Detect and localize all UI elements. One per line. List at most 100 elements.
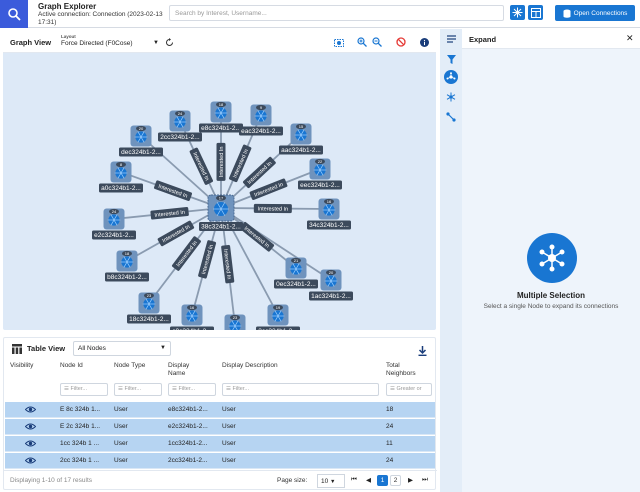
results-count: Displaying 1-10 of 17 results xyxy=(10,477,93,484)
graph-node[interactable]: 9eac324b1-2... xyxy=(239,104,283,136)
download-button[interactable] xyxy=(418,343,427,361)
filter-tab-button[interactable] xyxy=(444,52,458,66)
table-view-toggle-button[interactable] xyxy=(528,5,543,20)
column-header-node-id[interactable]: Node Id xyxy=(60,362,83,370)
zoom-out-button[interactable] xyxy=(371,36,383,48)
graph-info-button[interactable] xyxy=(418,36,430,48)
column-header-display-name[interactable]: Display Name xyxy=(168,362,208,378)
node-filter-value: All Nodes xyxy=(78,345,106,352)
edge-label: Interested In xyxy=(157,220,195,247)
first-page-button[interactable]: ⏮ xyxy=(351,476,357,484)
node-label: 3cc324b1-2... xyxy=(258,328,298,330)
display-description-filter-input[interactable]: ☰ Filter... xyxy=(222,383,379,396)
filter-icon xyxy=(446,54,456,64)
edge-label-text: Interested In xyxy=(219,147,225,178)
node-badge-count: 18 xyxy=(125,251,130,256)
graph-node[interactable]: 16 34c324b1-2... xyxy=(307,198,351,230)
eye-icon[interactable] xyxy=(25,440,36,447)
database-icon xyxy=(563,9,571,18)
expand-panel-header: Expand ✕ xyxy=(462,29,640,49)
screenshot-button[interactable] xyxy=(333,36,345,48)
table-row[interactable]: E 8c 324b 1... User e8c324b1-2... User 18 xyxy=(5,402,435,418)
neighbors-filter-placeholder: Greater or xyxy=(396,386,422,392)
graph-node[interactable]: 24 2cc324b1-2... xyxy=(158,110,202,142)
eye-icon[interactable] xyxy=(25,406,36,413)
graph-node[interactable]: 23 18c324b1-2... xyxy=(127,292,171,324)
layout-select[interactable]: Force Directed (F0Cose) ▼ xyxy=(61,40,159,47)
eye-icon[interactable] xyxy=(25,423,36,430)
graph-edge xyxy=(220,207,332,281)
download-icon xyxy=(418,346,427,357)
graph-node[interactable]: 16 c0c324b1-2... xyxy=(170,304,214,331)
node-id-cell: 2cc 324b 1 ... xyxy=(60,457,100,464)
details-tab-button[interactable] xyxy=(444,32,458,46)
eye-icon[interactable] xyxy=(25,457,36,464)
graph-node[interactable]: 21 0ec324b1-2... xyxy=(274,257,318,289)
total-neighbors-cell: 11 xyxy=(386,440,393,447)
camera-icon xyxy=(334,38,344,47)
graph-node[interactable]: 22 eec324b1-2... xyxy=(298,158,342,190)
graph-node-center[interactable]: 17 38c324b1-2... xyxy=(199,194,243,231)
graph-node[interactable]: 24 e2c324b1-2... xyxy=(92,208,136,240)
prev-page-button[interactable]: ◀ xyxy=(366,476,371,484)
display-name-filter-input[interactable]: ☰ Filter... xyxy=(168,383,216,396)
close-panel-button[interactable]: ✕ xyxy=(626,33,634,44)
clear-graph-button[interactable] xyxy=(395,36,407,48)
node-type-filter-input[interactable]: ☰ Filter... xyxy=(114,383,162,396)
node-label: 38c324b1-2... xyxy=(201,224,241,231)
graph-canvas[interactable]: Interested In Interested In Interested In I… xyxy=(3,53,436,330)
page-2-button[interactable]: 2 xyxy=(390,475,401,486)
page-1-button[interactable]: 1 xyxy=(377,475,388,486)
edge-label: Interested In xyxy=(239,222,275,252)
asterisk-graph-icon xyxy=(446,92,456,102)
zoom-out-icon xyxy=(372,37,382,47)
next-page-button[interactable]: ▶ xyxy=(408,476,413,484)
edge-label: Interested In xyxy=(253,203,292,214)
node-label: 0ec324b1-2... xyxy=(276,281,316,288)
side-toolbar xyxy=(440,29,462,492)
total-neighbors-filter-input[interactable]: ☰ Greater or xyxy=(386,383,432,396)
graph-node[interactable]: 20 dec324b1-2... xyxy=(119,125,163,157)
table-row[interactable]: E 2c 324b 1... User e2c324b1-2... User 24 xyxy=(5,419,435,435)
node-label: 18c324b1-2... xyxy=(129,316,169,323)
open-connections-label: Open Connections xyxy=(573,9,628,17)
refresh-layout-button[interactable] xyxy=(163,36,175,48)
column-header-display-description[interactable]: Display Description xyxy=(222,362,278,370)
table-row[interactable]: 2cc 324b 1 ... User 2cc324b1-2... User 24 xyxy=(5,453,435,469)
search-input[interactable]: Search by Interest, Username... xyxy=(169,5,504,21)
graph-node[interactable]: 15 aac324b1-2... xyxy=(279,123,323,155)
node-label: e2c324b1-2... xyxy=(94,232,134,239)
node-label: aac324b1-2... xyxy=(281,147,321,154)
graph-view-title: Graph View xyxy=(10,38,52,47)
chevron-left-icon: ◀ xyxy=(366,477,371,484)
edge-label: Interested In xyxy=(216,142,226,181)
node-badge-count: 23 xyxy=(147,293,152,298)
first-page-icon: ⏮ xyxy=(351,476,357,483)
node-badge-count: 16 xyxy=(327,199,332,204)
column-header-visibility[interactable]: Visibility xyxy=(10,362,33,370)
edge-styling-tab-button[interactable] xyxy=(444,110,458,124)
open-connections-button[interactable]: Open Connections xyxy=(555,5,635,21)
node-type-cell: User xyxy=(114,457,128,464)
zoom-in-button[interactable] xyxy=(356,36,368,48)
column-header-total-neighbors[interactable]: Total Neighbors xyxy=(386,362,430,378)
table-row[interactable]: 1cc 324b 1 ... User 1cc324b1-2... User 11 xyxy=(5,436,435,452)
graph-view-toggle-button[interactable] xyxy=(510,5,525,20)
node-label: b8c324b1-2... xyxy=(107,274,147,281)
display-name-cell: 1cc324b1-2... xyxy=(168,440,208,447)
graph-node[interactable]: 18 b8c324b1-2... xyxy=(105,250,149,282)
node-id-filter-input[interactable]: ☰ Filter... xyxy=(60,383,108,396)
page-size-select[interactable]: 10 ▼ xyxy=(317,474,345,488)
node-label: e8c324b1-2... xyxy=(201,125,241,132)
last-page-button[interactable]: ⏭ xyxy=(422,476,428,484)
graph-view-panel: Graph View Layout Force Directed (F0Cose… xyxy=(3,31,436,330)
node-filter-select[interactable]: All Nodes ▼ xyxy=(73,341,171,356)
active-connection: Active connection: Connection (2023-02-1… xyxy=(38,11,163,26)
graph-node[interactable]: 19 3cc324b1-2... xyxy=(256,304,300,331)
column-header-node-type[interactable]: Node Type xyxy=(114,362,145,370)
graph-node[interactable]: 18 e8c324b1-2... xyxy=(199,101,243,133)
expand-tab-button[interactable] xyxy=(444,70,458,84)
graph-node[interactable]: 232cc324b1-2... xyxy=(213,314,257,331)
block-icon xyxy=(396,37,406,47)
node-styling-tab-button[interactable] xyxy=(444,90,458,104)
